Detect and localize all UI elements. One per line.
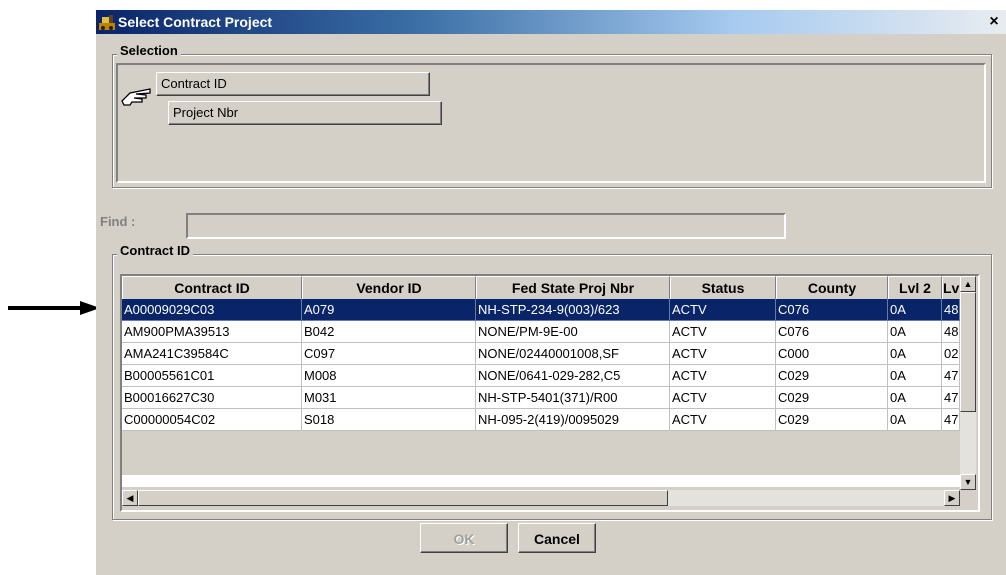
cancel-button[interactable]: Cancel xyxy=(518,523,596,553)
cell-lvl-2: 0A xyxy=(888,387,942,409)
cell-contract-id: AMA241C39584C xyxy=(122,343,302,365)
cell-contract-id: B00005561C01 xyxy=(122,365,302,387)
column-header-status[interactable]: Status xyxy=(670,276,776,300)
cell-contract-id: C00000054C02 xyxy=(122,409,302,431)
cell-county: C000 xyxy=(776,343,888,365)
cell-fed-state-proj-nbr: NONE/0641-029-282,C5 xyxy=(476,365,670,387)
table-row[interactable]: AMA241C39584C C097 NONE/02440001008,SF ACTV… xyxy=(122,343,960,365)
scroll-left-arrow-icon[interactable]: ◀ xyxy=(122,490,138,506)
cell-lvl-2: 0A xyxy=(888,409,942,431)
cell-county: C029 xyxy=(776,365,888,387)
find-label: Find : xyxy=(100,214,136,229)
table-row[interactable]: C00000054C02 S018 NH-095-2(419)/0095029 ACT… xyxy=(122,409,960,431)
column-header-contract-id[interactable]: Contract ID xyxy=(122,276,302,300)
cell-lv: 47 xyxy=(942,409,960,431)
cell-fed-state-proj-nbr: NONE/02440001008,SF xyxy=(476,343,670,365)
cell-contract-id: A00009029C03 xyxy=(122,299,302,321)
vertical-scroll-thumb[interactable] xyxy=(960,292,976,412)
cell-fed-state-proj-nbr: NH-095-2(419)/0095029 xyxy=(476,409,670,431)
find-input[interactable] xyxy=(186,213,786,239)
cell-vendor-id: M031 xyxy=(302,387,476,409)
cell-vendor-id: B042 xyxy=(302,321,476,343)
title-bar: Select Contract Project × xyxy=(96,10,1006,34)
column-header-county[interactable]: County xyxy=(776,276,888,300)
cell-fed-state-proj-nbr: NH-STP-5401(371)/R00 xyxy=(476,387,670,409)
cell-lv: 48 xyxy=(942,321,960,343)
column-header-fed-state-proj-nbr[interactable]: Fed State Proj Nbr xyxy=(476,276,670,300)
cell-contract-id: AM900PMA39513 xyxy=(122,321,302,343)
sort-contract-id-button[interactable]: Contract ID xyxy=(156,72,430,96)
cell-status: ACTV xyxy=(670,299,776,321)
ok-button[interactable]: OK xyxy=(420,523,508,553)
cell-lvl-2: 0A xyxy=(888,299,942,321)
horizontal-scrollbar[interactable]: ◀ ▶ xyxy=(122,490,960,506)
pointing-hand-icon xyxy=(121,88,151,106)
cell-lvl-2: 0A xyxy=(888,321,942,343)
scrollbar-corner xyxy=(960,490,976,506)
scroll-up-arrow-icon[interactable]: ▲ xyxy=(960,276,976,292)
cell-status: ACTV xyxy=(670,409,776,431)
horizontal-scroll-thumb[interactable] xyxy=(138,490,668,506)
contract-grid[interactable]: Contract ID Vendor ID Fed State Proj Nbr… xyxy=(120,274,980,512)
selection-group-label: Selection xyxy=(117,43,181,58)
table-row[interactable]: B00016627C30 M031 NH-STP-5401(371)/R00 ACTV… xyxy=(122,387,960,409)
cell-contract-id: B00016627C30 xyxy=(122,387,302,409)
scroll-down-arrow-icon[interactable]: ▼ xyxy=(960,474,976,490)
contract-id-group-label: Contract ID xyxy=(117,243,194,258)
table-row[interactable]: A00009029C03 A079 NH-STP-234-9(003)/623 ACT… xyxy=(122,299,960,321)
cell-status: ACTV xyxy=(670,321,776,343)
column-header-vendor-id[interactable]: Vendor ID xyxy=(302,276,476,300)
vertical-scrollbar[interactable]: ▲ ▼ xyxy=(960,276,976,490)
app-icon xyxy=(99,15,115,30)
grid-empty-area xyxy=(122,475,960,487)
table-row[interactable]: AM900PMA39513 B042 NONE/PM-9E-00 ACTV C076 0A… xyxy=(122,321,960,343)
cell-status: ACTV xyxy=(670,343,776,365)
cell-lv: 47 xyxy=(942,387,960,409)
close-button[interactable]: × xyxy=(984,13,1004,31)
cell-vendor-id: C097 xyxy=(302,343,476,365)
cell-lv: 48 xyxy=(942,299,960,321)
column-header-lvl-2[interactable]: Lvl 2 xyxy=(888,276,942,300)
window-title: Select Contract Project xyxy=(118,14,273,30)
cell-county: C029 xyxy=(776,387,888,409)
cell-vendor-id: S018 xyxy=(302,409,476,431)
cell-status: ACTV xyxy=(670,365,776,387)
cell-county: C076 xyxy=(776,321,888,343)
cell-lv: 02 xyxy=(942,343,960,365)
cell-lvl-2: 0A xyxy=(888,365,942,387)
cell-county: C076 xyxy=(776,299,888,321)
cell-vendor-id: A079 xyxy=(302,299,476,321)
grid-header: Contract ID Vendor ID Fed State Proj Nbr… xyxy=(122,276,974,300)
select-contract-project-dialog: Select Contract Project × Selection Cont… xyxy=(96,10,1006,575)
sort-project-nbr-button[interactable]: Project Nbr xyxy=(168,101,442,125)
cell-county: C029 xyxy=(776,409,888,431)
cell-lv: 47 xyxy=(942,365,960,387)
scroll-right-arrow-icon[interactable]: ▶ xyxy=(944,490,960,506)
cell-lvl-2: 0A xyxy=(888,343,942,365)
cell-fed-state-proj-nbr: NH-STP-234-9(003)/623 xyxy=(476,299,670,321)
arrow-pointer-icon xyxy=(8,301,100,315)
cell-fed-state-proj-nbr: NONE/PM-9E-00 xyxy=(476,321,670,343)
table-row[interactable]: B00005561C01 M008 NONE/0641-029-282,C5 ACTV… xyxy=(122,365,960,387)
cell-status: ACTV xyxy=(670,387,776,409)
cell-vendor-id: M008 xyxy=(302,365,476,387)
